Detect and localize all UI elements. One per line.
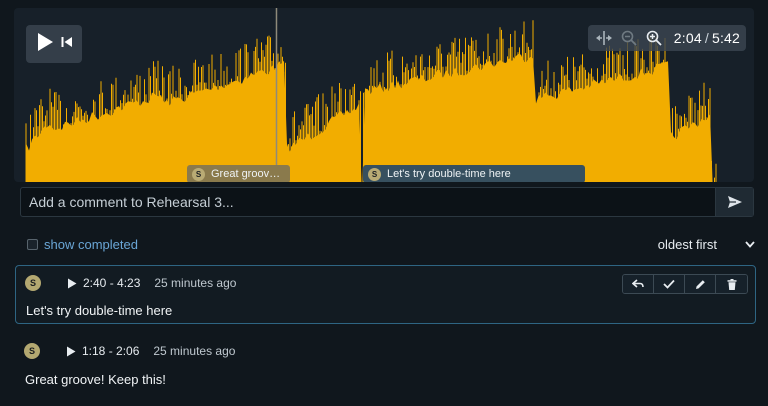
avatar: S	[192, 167, 205, 181]
avatar: S	[24, 343, 40, 359]
trash-icon	[727, 278, 736, 290]
send-icon	[727, 196, 742, 208]
comment-card[interactable]: S 1:18 - 2:06 25 minutes ago Great groov…	[15, 334, 756, 394]
waveform-panel[interactable]: 2:04/5:42 S Great groove!... S Let's try…	[14, 8, 754, 182]
time-separator: /	[704, 30, 709, 46]
complete-button[interactable]	[654, 275, 685, 293]
time-range: 1:18 - 2:06	[82, 344, 140, 358]
comment-input[interactable]	[21, 188, 715, 216]
show-completed-checkbox[interactable]	[27, 238, 38, 250]
show-completed-label[interactable]: show completed	[44, 237, 138, 252]
comment-card-selected[interactable]: S 2:40 - 4:23 25 minutes ago Let's try d…	[15, 265, 756, 324]
pencil-icon	[695, 279, 705, 289]
time-range: 2:40 - 4:23	[83, 276, 141, 290]
timestamp: 25 minutes ago	[153, 344, 236, 358]
avatar: S	[368, 167, 381, 181]
check-icon	[663, 279, 675, 289]
comment-marker[interactable]: S Let's try double-time here	[363, 165, 585, 182]
comment-marker[interactable]: S Great groove!...	[187, 165, 290, 182]
time-display: 2:04/5:42	[674, 30, 740, 46]
edit-button[interactable]	[685, 275, 716, 293]
play-range-icon[interactable]	[67, 278, 77, 289]
comment-bar	[20, 187, 754, 217]
sort-select[interactable]: oldest first	[658, 237, 755, 252]
transport-controls	[26, 25, 82, 63]
filter-row: show completed oldest first	[27, 235, 755, 253]
sort-selected-value: oldest first	[657, 236, 717, 252]
reply-button[interactable]	[623, 275, 654, 293]
chevron-down-icon	[745, 240, 755, 248]
comment-text: Great groove! Keep this!	[25, 372, 166, 387]
comment-text: Let's try double-time here	[26, 303, 173, 318]
zoom-controls: 2:04/5:42	[588, 25, 746, 51]
marker-label: Great groove!...	[211, 168, 285, 180]
timestamp: 25 minutes ago	[154, 276, 237, 290]
current-time: 2:04	[673, 30, 702, 46]
reply-icon	[632, 279, 644, 288]
delete-button[interactable]	[716, 275, 747, 293]
play-icon[interactable]	[36, 32, 54, 57]
zoom-out-icon[interactable]	[619, 28, 638, 48]
send-button[interactable]	[715, 188, 753, 216]
play-range-icon[interactable]	[66, 346, 76, 357]
zoom-in-icon[interactable]	[645, 28, 664, 48]
comment-actions	[622, 274, 748, 294]
duration: 5:42	[711, 30, 741, 46]
avatar: S	[25, 275, 41, 291]
skip-back-icon[interactable]	[61, 35, 73, 53]
fit-width-icon[interactable]	[594, 28, 613, 48]
marker-label: Let's try double-time here	[387, 168, 511, 180]
